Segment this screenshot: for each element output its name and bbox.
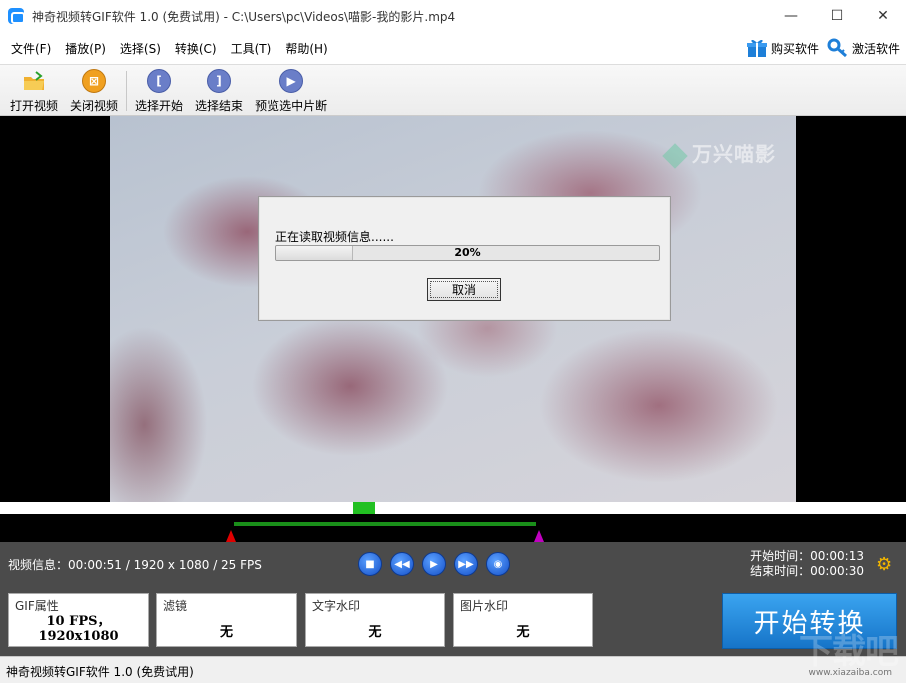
text-watermark-value: 无 bbox=[368, 625, 382, 640]
buy-software-button[interactable]: 购买软件 bbox=[746, 38, 819, 58]
select-end-label: 选择结束 bbox=[195, 99, 244, 113]
timeline-track[interactable] bbox=[0, 502, 906, 514]
cancel-button[interactable]: 取消 bbox=[427, 278, 501, 301]
title-bar: 神奇视频转GIF软件 1.0 (免费试用) - C:\Users\pc\Vide… bbox=[0, 0, 906, 32]
stop-icon[interactable]: ■ bbox=[358, 552, 382, 576]
selection-end-marker[interactable] bbox=[534, 530, 545, 542]
close-button[interactable]: ✕ bbox=[860, 0, 906, 32]
site-watermark-url: www.xiazaiba.com bbox=[808, 668, 892, 678]
fast-forward-icon[interactable]: ▶▶ bbox=[454, 552, 478, 576]
open-folder-icon bbox=[24, 71, 44, 90]
menu-file[interactable]: 文件(F) bbox=[4, 40, 58, 57]
video-watermark: 万兴喵影 bbox=[662, 138, 776, 169]
playback-controls: ■ ◀◀ ▶ ▶▶ ◉ bbox=[358, 552, 510, 576]
properties-panel: GIF属性 10 FPS， 1920x1080 滤镜 无 文字水印 无 图片水印… bbox=[0, 588, 906, 656]
open-video-button[interactable]: 打开视频 bbox=[4, 65, 64, 114]
status-text: 神奇视频转GIF软件 1.0 (免费试用) bbox=[6, 665, 194, 679]
toolbar-separator bbox=[126, 71, 128, 111]
gift-icon bbox=[746, 39, 767, 57]
play-preview-icon: ▶ bbox=[279, 69, 304, 93]
filter-value: 无 bbox=[219, 625, 233, 640]
selection-times: 开始时间：00:00:13 结束时间：00:00:30 bbox=[750, 549, 864, 579]
loading-dialog: 正在读取视频信息...... 20% 取消 bbox=[258, 196, 671, 321]
image-watermark-box[interactable]: 图片水印 无 bbox=[453, 593, 593, 647]
menu-tools[interactable]: 工具(T) bbox=[224, 40, 279, 57]
filter-box[interactable]: 滤镜 无 bbox=[156, 593, 297, 647]
dialog-message: 正在读取视频信息...... bbox=[275, 230, 394, 244]
gif-properties-value: 10 FPS， 1920x1080 bbox=[9, 614, 148, 644]
gif-properties-title: GIF属性 bbox=[15, 599, 59, 613]
preview-selection-button[interactable]: ▶ 预览选中片断 bbox=[249, 65, 333, 114]
open-video-label: 打开视频 bbox=[10, 99, 59, 113]
buy-software-label: 购买软件 bbox=[770, 41, 819, 56]
maximize-button[interactable]: ☐ bbox=[814, 0, 860, 32]
menu-play[interactable]: 播放(P) bbox=[58, 40, 113, 57]
close-video-button[interactable]: ⊠ 关闭视频 bbox=[64, 65, 124, 114]
play-icon[interactable]: ▶ bbox=[422, 552, 446, 576]
select-start-label: 选择开始 bbox=[135, 99, 184, 113]
image-watermark-value: 无 bbox=[516, 625, 530, 640]
menu-select[interactable]: 选择(S) bbox=[113, 40, 168, 57]
text-watermark-box[interactable]: 文字水印 无 bbox=[305, 593, 445, 647]
start-time: 开始时间：00:00:13 bbox=[750, 549, 864, 563]
key-icon bbox=[827, 38, 847, 58]
video-watermark-text: 万兴喵影 bbox=[692, 142, 776, 166]
gear-icon[interactable]: ⚙ bbox=[876, 556, 894, 574]
end-time: 结束时间：00:00:30 bbox=[750, 564, 864, 578]
close-video-label: 关闭视频 bbox=[70, 99, 119, 113]
window-title: 神奇视频转GIF软件 1.0 (免费试用) - C:\Users\pc\Vide… bbox=[32, 9, 456, 24]
activate-software-button[interactable]: 激活软件 bbox=[827, 38, 900, 58]
window-controls: — ☐ ✕ bbox=[768, 0, 906, 32]
activate-software-label: 激活软件 bbox=[851, 41, 900, 56]
site-watermark-logo: 下载吧 bbox=[799, 632, 899, 672]
minimize-button[interactable]: — bbox=[768, 0, 814, 32]
filter-title: 滤镜 bbox=[163, 599, 188, 613]
menu-help[interactable]: 帮助(H) bbox=[278, 40, 334, 57]
selection-start-marker[interactable] bbox=[225, 530, 236, 542]
playhead-handle[interactable] bbox=[353, 502, 376, 514]
select-start-button[interactable]: [ 选择开始 bbox=[129, 65, 189, 114]
selection-range bbox=[233, 522, 537, 526]
watermark-logo-icon bbox=[662, 142, 688, 169]
preview-selection-label: 预览选中片断 bbox=[255, 99, 328, 113]
gif-size-value: 1920x1080 bbox=[38, 629, 119, 644]
camera-icon[interactable]: ◉ bbox=[486, 552, 510, 576]
timeline[interactable] bbox=[0, 502, 906, 542]
image-watermark-title: 图片水印 bbox=[460, 599, 509, 613]
menu-convert[interactable]: 转换(C) bbox=[168, 40, 224, 57]
gif-fps-value: 10 FPS， bbox=[46, 614, 111, 629]
close-video-icon: ⊠ bbox=[82, 69, 107, 93]
app-icon bbox=[8, 8, 25, 24]
progress-bar: 20% bbox=[275, 245, 660, 261]
gif-properties-box[interactable]: GIF属性 10 FPS， 1920x1080 bbox=[8, 593, 149, 647]
bracket-right-icon: ] bbox=[207, 69, 232, 93]
menu-bar: 文件(F) 播放(P) 选择(S) 转换(C) 工具(T) 帮助(H) 购买软件… bbox=[0, 32, 906, 64]
video-info: 视频信息：00:00:51 / 1920 x 1080 / 25 FPS bbox=[8, 558, 262, 572]
menu-right: 购买软件 激活软件 bbox=[746, 32, 900, 64]
select-end-button[interactable]: ] 选择结束 bbox=[189, 65, 249, 114]
rewind-icon[interactable]: ◀◀ bbox=[390, 552, 414, 576]
text-watermark-title: 文字水印 bbox=[312, 599, 361, 613]
toolbar: 打开视频 ⊠ 关闭视频 [ 选择开始 ] 选择结束 ▶ 预览选中片断 bbox=[0, 64, 906, 116]
info-bar: 视频信息：00:00:51 / 1920 x 1080 / 25 FPS ■ ◀… bbox=[0, 542, 906, 588]
bracket-left-icon: [ bbox=[147, 69, 172, 93]
progress-label: 20% bbox=[454, 246, 481, 259]
status-bar: 神奇视频转GIF软件 1.0 (免费试用) bbox=[0, 656, 906, 683]
